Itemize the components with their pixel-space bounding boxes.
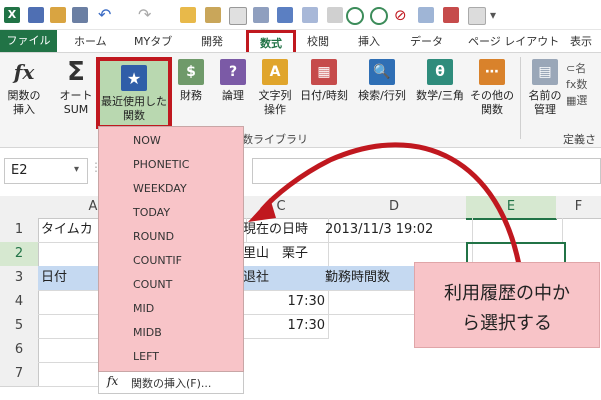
annotation-callout: 利用履歴の中か ら選択する <box>414 262 600 348</box>
arrow-curve <box>260 142 523 271</box>
callout-line-2: ら選択する <box>462 313 552 334</box>
callout-line-1: 利用履歴の中か <box>444 283 570 304</box>
